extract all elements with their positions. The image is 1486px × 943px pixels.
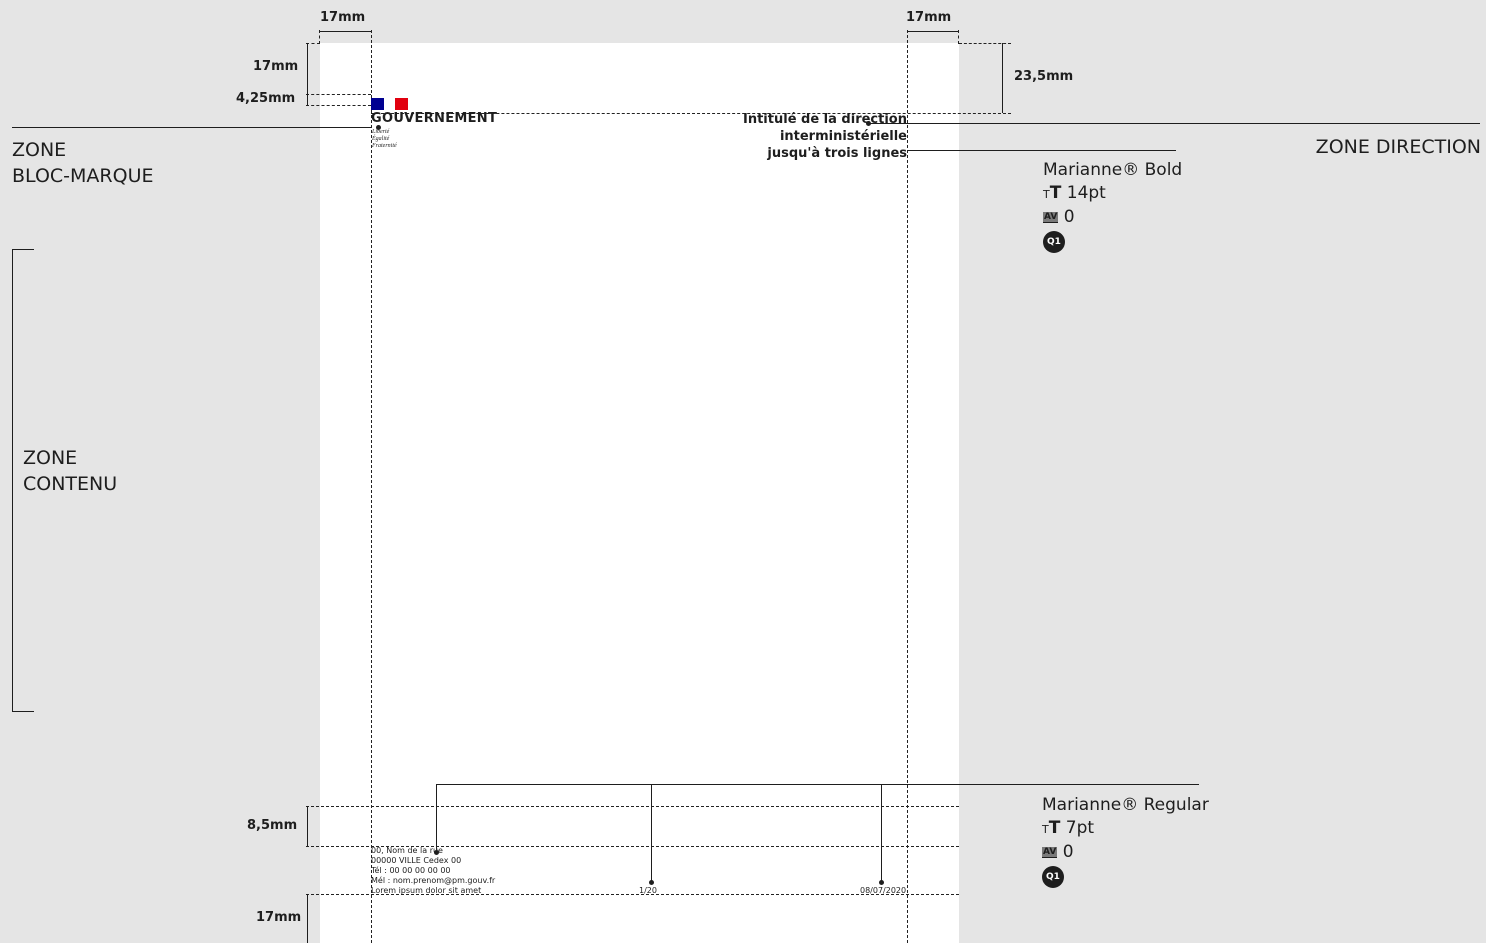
- footer-pointer-date: [879, 880, 884, 885]
- zone-contenu-label: ZONE CONTENU: [23, 447, 118, 495]
- bloc-marque-rule: [12, 127, 372, 128]
- zone-direction-label: ZONE DIRECTION: [1315, 136, 1481, 158]
- footer-height-label: 8,5mm: [247, 818, 298, 833]
- flag-icon: [371, 98, 408, 110]
- direction-top-guide: [959, 43, 1011, 44]
- direction-spec-rule: [907, 150, 1176, 151]
- footer-page-number: 1/20: [639, 886, 657, 895]
- top-margin-arrow: [307, 43, 308, 94]
- gouvernement-wordmark: GOUVERNEMENT: [371, 111, 498, 126]
- footer-top-guide: [306, 806, 959, 807]
- direction-title: Intitulé de la direction interministérie…: [743, 112, 907, 161]
- text-size-icon: T: [1043, 188, 1050, 201]
- contenu-bracket: [12, 249, 13, 712]
- bottom-margin-arrow: [307, 894, 308, 943]
- direction-offset-arrow: [1002, 43, 1003, 113]
- logo-height-label: 4,25mm: [236, 91, 296, 106]
- footer-font-size: TT 7pt: [1042, 818, 1095, 838]
- footer-address: 00, Nom de la rue 00000 VILLE Cedex 00 T…: [371, 846, 496, 895]
- left-margin-arrow: [320, 31, 371, 32]
- direction-font-name: Marianne® Bold: [1043, 160, 1183, 180]
- marianne-flag-logo: [371, 95, 408, 110]
- footer-tracking: AV 0: [1042, 842, 1074, 862]
- footer-pointer-page: [649, 880, 654, 885]
- letter-page: [320, 43, 959, 943]
- text-size-icon-large: T: [1049, 183, 1062, 203]
- footer-callout-date: [881, 784, 882, 882]
- top-margin-label: 17mm: [253, 59, 299, 74]
- footer-callout-address: [436, 784, 437, 852]
- direction-tracking: AV 0: [1043, 207, 1075, 227]
- left-margin-label: 17mm: [320, 10, 366, 25]
- direction-pointer: [866, 121, 871, 126]
- contenu-bracket-bottom: [12, 711, 34, 712]
- footer-date: 08/07/2020: [860, 886, 907, 895]
- footer-font-name: Marianne® Regular: [1042, 795, 1209, 815]
- zone-bloc-marque-label: ZONE BLOC-MARQUE: [12, 139, 154, 187]
- motto: Liberté Égalité Fraternité: [372, 129, 397, 149]
- zone-direction-rule: [868, 123, 1480, 124]
- direction-font-size: TT 14pt: [1043, 183, 1106, 203]
- direction-offset-label: 23,5mm: [1014, 69, 1074, 84]
- logo-height-arrow: [307, 94, 308, 105]
- top-margin-guide: [306, 43, 320, 44]
- logo-top-guide: [306, 94, 371, 95]
- text-size-icon-large: T: [1048, 818, 1061, 838]
- page-left-edge-guide: [319, 30, 320, 44]
- text-size-icon: T: [1042, 823, 1049, 836]
- footer-spec-rule: [436, 784, 1199, 785]
- page-right-edge-guide: [958, 30, 959, 44]
- bottom-margin-label: 17mm: [256, 910, 302, 925]
- right-margin-label: 17mm: [906, 10, 952, 25]
- q1-badge-footer: Q1: [1042, 866, 1064, 888]
- tracking-icon: AV: [1043, 211, 1059, 223]
- logo-bottom-guide: [306, 105, 371, 106]
- q1-badge-direction: Q1: [1043, 231, 1065, 253]
- tracking-icon: AV: [1042, 846, 1058, 858]
- contenu-bracket-top: [12, 249, 34, 250]
- right-margin-arrow: [907, 31, 958, 32]
- footer-callout-page: [651, 784, 652, 882]
- footer-height-arrow: [307, 806, 308, 846]
